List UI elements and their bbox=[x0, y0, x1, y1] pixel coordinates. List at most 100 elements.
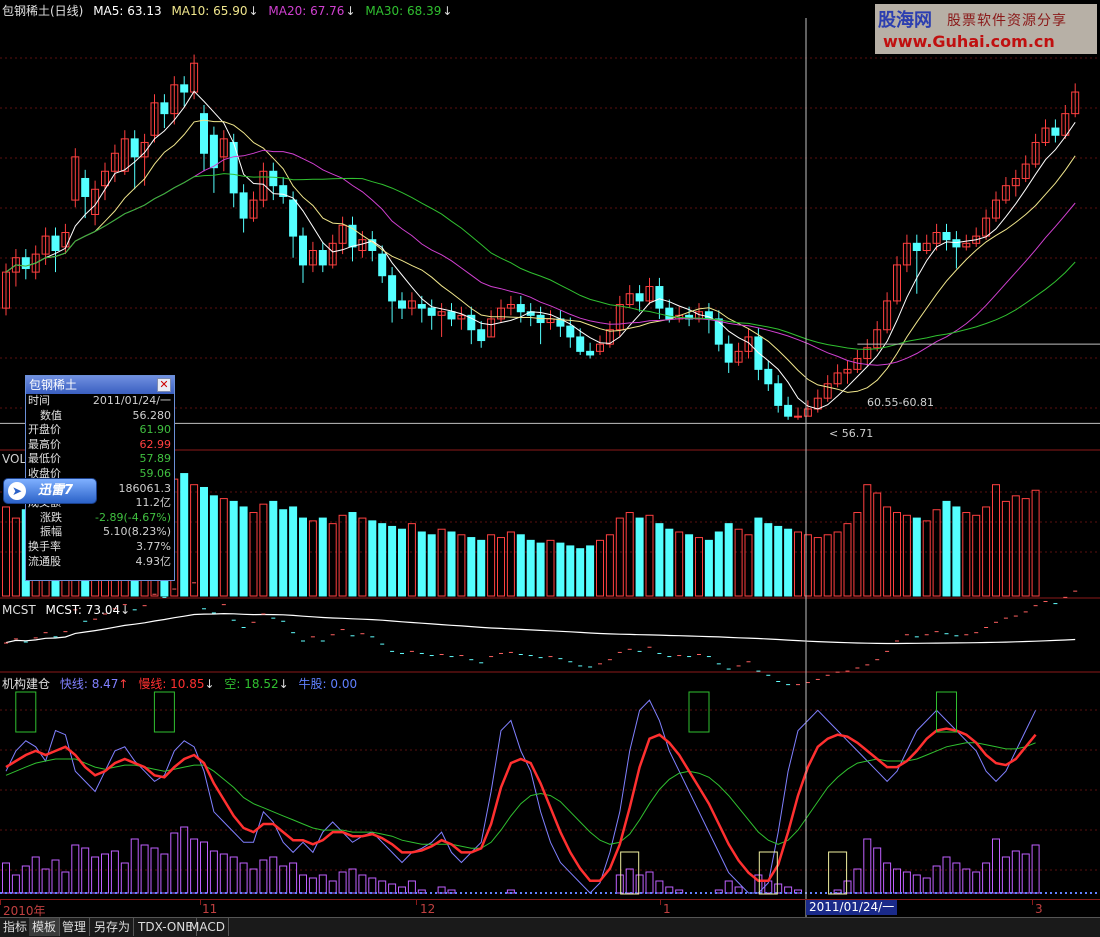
toolbar-btn-save-as[interactable]: 另存为 bbox=[91, 918, 135, 936]
candle-body bbox=[81, 177, 90, 197]
volume-bar bbox=[497, 537, 505, 597]
niu-label: 牛股: 0.00 bbox=[298, 677, 358, 691]
jigou-bar bbox=[328, 880, 337, 894]
jigou-bar bbox=[101, 853, 109, 894]
candle-body bbox=[724, 343, 733, 363]
candle-body bbox=[566, 325, 575, 338]
volume-bar bbox=[516, 534, 525, 597]
candle-body bbox=[209, 134, 218, 169]
close-icon[interactable]: ✕ bbox=[157, 378, 171, 392]
jigou-bar bbox=[615, 874, 624, 894]
jigou-bar bbox=[1031, 844, 1040, 894]
candle-body bbox=[764, 368, 773, 385]
volume-bar bbox=[388, 525, 397, 597]
jigou-bar bbox=[130, 838, 139, 894]
volume-bar bbox=[546, 539, 555, 597]
volume-bar bbox=[912, 517, 921, 597]
volume-bar bbox=[447, 531, 456, 597]
date-tick-mark bbox=[0, 900, 1, 905]
price-panel-header: 包钢稀土(日线) MA5: 63.13 MA10: 65.90↓ MA20: 6… bbox=[2, 2, 458, 19]
data-window-row: 最高价 62.99 bbox=[26, 438, 174, 453]
xunlei-badge[interactable]: ➤ 迅雷7 bbox=[3, 478, 97, 504]
volume-bar bbox=[893, 512, 901, 597]
jigou-bar bbox=[219, 853, 228, 894]
volume-bar bbox=[922, 520, 931, 597]
candle-body bbox=[269, 170, 278, 187]
jigou-bar bbox=[912, 874, 921, 894]
fast-arrow: ↑ bbox=[118, 677, 129, 691]
date-tick-label: 1 bbox=[663, 902, 671, 916]
jigou-bar bbox=[853, 868, 862, 894]
jigou-bar bbox=[922, 877, 931, 894]
candle-body bbox=[427, 307, 436, 316]
volume-bar bbox=[457, 534, 466, 597]
volume-bar bbox=[883, 506, 892, 597]
volume-bar bbox=[378, 523, 387, 597]
data-window-row: 流通股 4.93亿 bbox=[26, 555, 174, 570]
jigou-bar bbox=[388, 883, 397, 894]
volume-bar bbox=[239, 506, 248, 597]
jigou-bar bbox=[239, 862, 248, 894]
volume-bar bbox=[724, 523, 733, 597]
data-window-title[interactable]: 包钢稀土 ✕ bbox=[26, 376, 174, 394]
volume-bar bbox=[764, 523, 773, 597]
volume-bar bbox=[368, 520, 377, 597]
volume-bar bbox=[605, 534, 614, 597]
volume-bar bbox=[992, 484, 1000, 597]
candle-body bbox=[714, 318, 723, 345]
volume-bar bbox=[902, 514, 911, 597]
candle-body bbox=[130, 138, 139, 158]
volume-bar bbox=[863, 484, 872, 597]
data-window-row: 数值 56.280 bbox=[26, 409, 174, 424]
slow-label: 慢线: 10.85 bbox=[138, 677, 205, 691]
data-window-row-label: 流通股 bbox=[28, 554, 61, 568]
volume-bar bbox=[407, 523, 416, 597]
volume-bar bbox=[180, 473, 189, 597]
toolbar-btn-indicator[interactable]: 指标 bbox=[0, 918, 32, 936]
bottom-toolbar: 指标 模板 管理 另存为 TDX-ONE MACD bbox=[0, 917, 1100, 937]
volume-bar bbox=[358, 517, 367, 597]
candle-body bbox=[477, 329, 486, 342]
volume-bar bbox=[269, 500, 278, 597]
candle-body bbox=[784, 404, 793, 417]
ma30-arrow: ↓ bbox=[442, 4, 453, 18]
volume-bar bbox=[249, 512, 258, 597]
candle-body bbox=[398, 300, 406, 309]
candle-body bbox=[635, 293, 644, 302]
volume-bar bbox=[962, 512, 971, 597]
data-window-row-value: 61.90 bbox=[139, 423, 172, 437]
data-window-row: 换手率 3.77% bbox=[26, 540, 174, 555]
watermark-slogan: 股票软件资源分享 bbox=[947, 13, 1067, 29]
candle-body bbox=[299, 235, 307, 266]
date-tick-mark bbox=[416, 900, 417, 905]
toolbar-btn-macd[interactable]: MACD bbox=[186, 918, 229, 936]
mcst-label: MCST: 73.04 bbox=[45, 603, 121, 617]
data-window-row: 开盘价 61.90 bbox=[26, 423, 174, 438]
volume-bar bbox=[625, 512, 634, 597]
jigou-bar bbox=[348, 868, 357, 894]
volume-bar bbox=[1021, 498, 1030, 597]
jigou-bar bbox=[962, 868, 971, 894]
volume-bar bbox=[655, 523, 664, 597]
date-tick-mark bbox=[660, 900, 661, 905]
jigou-title: 机构建仓 bbox=[2, 677, 51, 691]
volume-bar bbox=[229, 500, 238, 597]
jigou-bar bbox=[1001, 856, 1010, 894]
volume-bar bbox=[744, 534, 753, 597]
mcst-arrow: ↓ bbox=[120, 603, 131, 617]
jigou-bar bbox=[724, 880, 733, 894]
jigou-bar bbox=[299, 874, 307, 894]
candle-body bbox=[942, 232, 951, 241]
volume-bar bbox=[635, 517, 644, 597]
data-window-title-text: 包钢稀土 bbox=[29, 378, 78, 392]
jigou-bar bbox=[180, 826, 189, 894]
jigou-bar bbox=[1021, 853, 1030, 894]
candle-body bbox=[1051, 127, 1060, 136]
jigou-bar bbox=[338, 871, 347, 894]
toolbar-btn-template[interactable]: 模板 bbox=[29, 918, 61, 936]
volume-bar bbox=[219, 498, 228, 597]
kong-label: 空: 18.52 bbox=[224, 677, 279, 691]
toolbar-btn-manage[interactable]: 管理 bbox=[59, 918, 91, 936]
candle-body bbox=[21, 257, 30, 270]
volume-bar bbox=[685, 534, 694, 597]
